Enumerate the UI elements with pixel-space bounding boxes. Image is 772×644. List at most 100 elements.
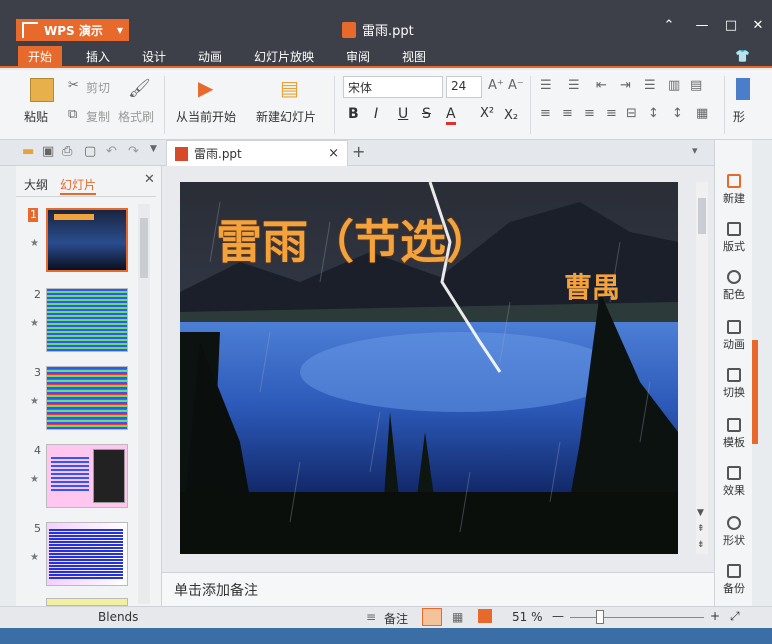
close-tab-button[interactable]: × xyxy=(328,146,339,161)
fit-window-icon[interactable]: ⤢ xyxy=(730,609,740,624)
superscript-button[interactable]: X² xyxy=(480,106,494,121)
zoom-out-button[interactable]: — xyxy=(552,609,564,623)
paste-button[interactable]: 粘贴 xyxy=(24,108,48,125)
backup-panel-button[interactable]: 备份 xyxy=(715,564,753,596)
font-color-button[interactable]: A xyxy=(446,106,456,125)
close-panel-icon[interactable]: ✕ xyxy=(144,172,155,187)
align-left-icon[interactable]: ≡ xyxy=(540,106,551,121)
slide-author[interactable]: 曹禺 xyxy=(564,266,620,306)
tab-review[interactable]: 审阅 xyxy=(346,48,370,65)
tab-view[interactable]: 视图 xyxy=(402,48,426,65)
shape-button[interactable]: 形 xyxy=(733,108,745,125)
print-preview-icon[interactable]: ▢ xyxy=(84,144,96,159)
slide-thumbnail-3[interactable] xyxy=(46,366,128,430)
distribute-icon[interactable]: ⊟ xyxy=(626,106,637,121)
open-folder-icon[interactable]: ▬ xyxy=(22,144,34,159)
tab-design[interactable]: 设计 xyxy=(142,48,166,65)
underline-button[interactable]: U xyxy=(398,106,408,122)
tab-list-icon[interactable]: ▾ xyxy=(692,144,698,157)
strikethrough-button[interactable]: S xyxy=(422,106,431,122)
align-text-icon[interactable]: ▤ xyxy=(690,78,702,93)
smart-art-icon[interactable]: ▦ xyxy=(696,106,708,121)
document-tab[interactable]: 雷雨.ppt × xyxy=(166,140,348,166)
template-panel-button[interactable]: 模板 xyxy=(715,418,753,450)
slide-thumbnail-4[interactable] xyxy=(46,444,128,508)
panel-scrollbar[interactable] xyxy=(138,204,150,604)
layout-panel-button[interactable]: 版式 xyxy=(715,222,753,254)
slide-sorter-button[interactable]: ▦ xyxy=(452,610,463,624)
new-panel-button[interactable]: 新建 xyxy=(715,174,753,206)
notes-toggle-button[interactable]: 备注 xyxy=(384,610,408,627)
cut-button[interactable]: 剪切 xyxy=(86,79,110,96)
save-icon[interactable]: ▣ xyxy=(42,144,54,159)
font-name-field[interactable]: 宋体 xyxy=(343,76,443,98)
transition-panel-button[interactable]: 切换 xyxy=(715,368,753,400)
outdent-icon[interactable]: ⇤ xyxy=(596,78,607,93)
shrink-font-icon[interactable]: A⁻ xyxy=(508,78,524,93)
shapes-panel-button[interactable]: 形状 xyxy=(715,516,753,548)
new-slide-button[interactable]: 新建幻灯片 xyxy=(256,108,316,125)
brush-icon: 🖌 xyxy=(128,78,151,99)
paragraph-spacing-icon[interactable]: ↕ xyxy=(672,106,683,121)
copy-button[interactable]: 复制 xyxy=(86,108,110,125)
next-slide-icon[interactable]: ⇟ xyxy=(697,540,705,550)
title-bar: WPS 演示 ▼ 雷雨.ppt ⌃ — □ ✕ xyxy=(0,0,772,46)
play-slideshow-button[interactable] xyxy=(478,609,492,623)
scroll-down-icon[interactable]: ▼ xyxy=(697,508,704,518)
tab-slides[interactable]: 幻灯片 xyxy=(60,176,97,195)
numbering-icon[interactable]: ☰ xyxy=(568,78,580,93)
notes-pane[interactable]: 单击添加备注 xyxy=(162,572,714,606)
tab-outline[interactable]: 大纲 xyxy=(24,176,48,193)
indent-icon[interactable]: ⇥ xyxy=(620,78,631,93)
app-menu-button[interactable]: WPS 演示 ▼ xyxy=(16,19,129,41)
slide-scrollbar[interactable]: ▼ ⇞ ⇟ xyxy=(696,182,708,554)
slide-number: 5 xyxy=(34,522,41,535)
panel-expand-handle[interactable] xyxy=(752,340,758,444)
undo-icon[interactable]: ↶ xyxy=(106,144,117,159)
text-direction-icon[interactable]: ☰ xyxy=(644,78,656,93)
grow-font-icon[interactable]: A⁺ xyxy=(488,78,504,93)
print-icon[interactable]: ⎙ xyxy=(62,144,72,159)
slide-title[interactable]: 雷雨（节选） xyxy=(216,206,492,272)
align-center-icon[interactable]: ≡ xyxy=(562,106,573,121)
italic-button[interactable]: I xyxy=(374,106,378,122)
current-slide[interactable]: 雷雨（节选） 曹禺 xyxy=(180,182,678,554)
slide-number: 3 xyxy=(34,366,41,379)
line-spacing-icon[interactable]: ↕ xyxy=(648,106,659,121)
font-size-field[interactable]: 24 xyxy=(446,76,482,98)
align-right-icon[interactable]: ≡ xyxy=(584,106,595,121)
ppt-file-icon xyxy=(175,146,188,161)
zoom-slider[interactable] xyxy=(570,617,704,618)
from-current-button[interactable]: 从当前开始 xyxy=(176,108,236,125)
zoom-in-button[interactable]: + xyxy=(710,609,720,623)
maximize-button[interactable]: □ xyxy=(721,18,741,33)
zoom-slider-thumb[interactable] xyxy=(596,610,604,624)
collapse-ribbon-icon[interactable]: ⌃ xyxy=(659,18,679,33)
tab-home[interactable]: 开始 xyxy=(18,46,63,68)
effects-panel-button[interactable]: 效果 xyxy=(715,466,753,498)
prev-slide-icon[interactable]: ⇞ xyxy=(697,524,705,534)
redo-icon[interactable]: ↷ xyxy=(128,144,139,159)
tab-insert[interactable]: 插入 xyxy=(86,48,110,65)
columns-icon[interactable]: ▥ xyxy=(668,78,680,93)
quick-access-dropdown-icon[interactable]: ▼ xyxy=(150,144,157,154)
bold-button[interactable]: B xyxy=(348,106,359,122)
shapes-icon xyxy=(727,516,741,530)
animation-panel-button[interactable]: 动画 xyxy=(715,320,753,352)
justify-icon[interactable]: ≡ xyxy=(606,106,617,121)
minimize-button[interactable]: — xyxy=(692,18,712,33)
skin-icon[interactable]: 👕 xyxy=(735,49,750,63)
format-painter-button[interactable]: 格式刷 xyxy=(118,108,154,125)
slide-thumbnail-2[interactable] xyxy=(46,288,128,352)
slide-thumbnail-1[interactable] xyxy=(46,208,128,272)
slide-thumbnail-5[interactable] xyxy=(46,522,128,586)
tab-animation[interactable]: 动画 xyxy=(198,48,222,65)
tab-slideshow[interactable]: 幻灯片放映 xyxy=(254,48,314,65)
color-scheme-button[interactable]: 配色 xyxy=(715,270,753,302)
close-button[interactable]: ✕ xyxy=(748,18,768,33)
animation-star-icon: ★ xyxy=(30,552,39,563)
subscript-button[interactable]: X₂ xyxy=(504,108,518,123)
normal-view-button[interactable] xyxy=(422,608,442,626)
new-tab-button[interactable]: + xyxy=(352,142,365,161)
bullets-icon[interactable]: ☰ xyxy=(540,78,552,93)
